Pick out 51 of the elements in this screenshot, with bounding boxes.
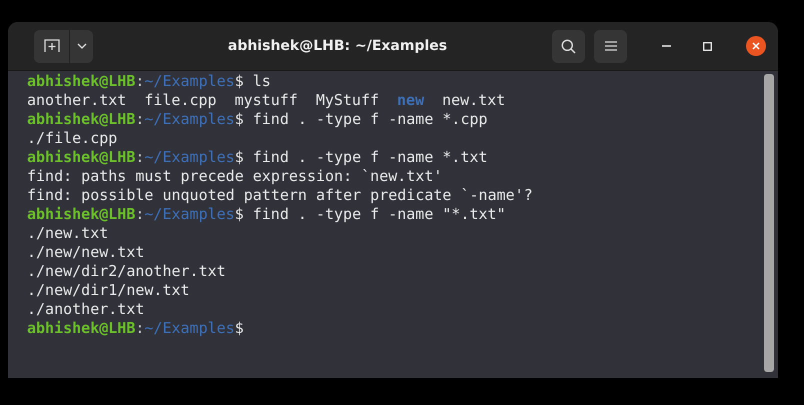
menu-icon [604,41,616,51]
maximize-icon [702,42,712,50]
prompt-path: ~/Examples [144,72,235,91]
output-text: ./another.txt [27,300,144,319]
output-text: ./new/new.txt [27,243,144,262]
new-tab-icon [44,39,60,53]
output-text: ./file.cpp [27,129,118,148]
prompt-symbol: $ [234,72,244,91]
directory-name: new [397,91,424,110]
window-title: abhishek@LHB: ~/Examples [226,38,448,54]
search-icon [561,38,576,54]
prompt-separator: : [135,148,144,167]
dropdown-button[interactable] [69,30,93,62]
output-text: ./new/dir1/new.txt [27,281,190,300]
file-name: new.txt [442,91,506,110]
prompt-symbol: $ [234,205,244,224]
prompt-symbol: $ [234,319,244,338]
prompt-user: abhishek@LHB [27,72,136,91]
prompt-user: abhishek@LHB [27,205,136,224]
chevron-down-icon [76,43,86,49]
file-name: MyStuff [316,91,380,110]
file-name: file.cpp [144,91,217,110]
prompt-path: ~/Examples [144,110,235,129]
prompt-path: ~/Examples [144,148,235,167]
prompt-user: abhishek@LHB [27,319,136,338]
output-text: ./new/dir2/another.txt [27,262,226,281]
prompt-separator: : [135,205,144,224]
search-button[interactable] [552,30,585,62]
file-name: mystuff [234,91,298,110]
file-name: another.txt [27,91,126,110]
close-icon [752,42,760,50]
command-text: find . -type f -name *.txt [252,148,488,167]
prompt-path: ~/Examples [144,319,235,338]
prompt-path: ~/Examples [144,205,235,224]
output-text: ./new.txt [27,224,108,243]
minimize-icon [662,45,670,47]
menu-button[interactable] [594,30,627,62]
prompt-user: abhishek@LHB [27,148,136,167]
prompt-symbol: $ [234,148,244,167]
command-text: find . -type f -name *.cpp [252,110,488,129]
prompt-separator: : [135,319,144,338]
prompt-symbol: $ [234,110,244,129]
prompt-user: abhishek@LHB [27,110,136,129]
prompt-separator: : [135,72,144,91]
scrollbar-thumb[interactable] [764,74,774,372]
command-text: ls [252,72,271,91]
prompt-separator: : [135,110,144,129]
output-text: find: paths must precede expression: `new.txt' [27,167,442,186]
command-text: find . -type f -name "*.txt" [252,205,506,224]
output-text: find: possible unquoted pattern after predicate `-name'? [27,186,533,205]
close-button[interactable] [746,36,766,56]
